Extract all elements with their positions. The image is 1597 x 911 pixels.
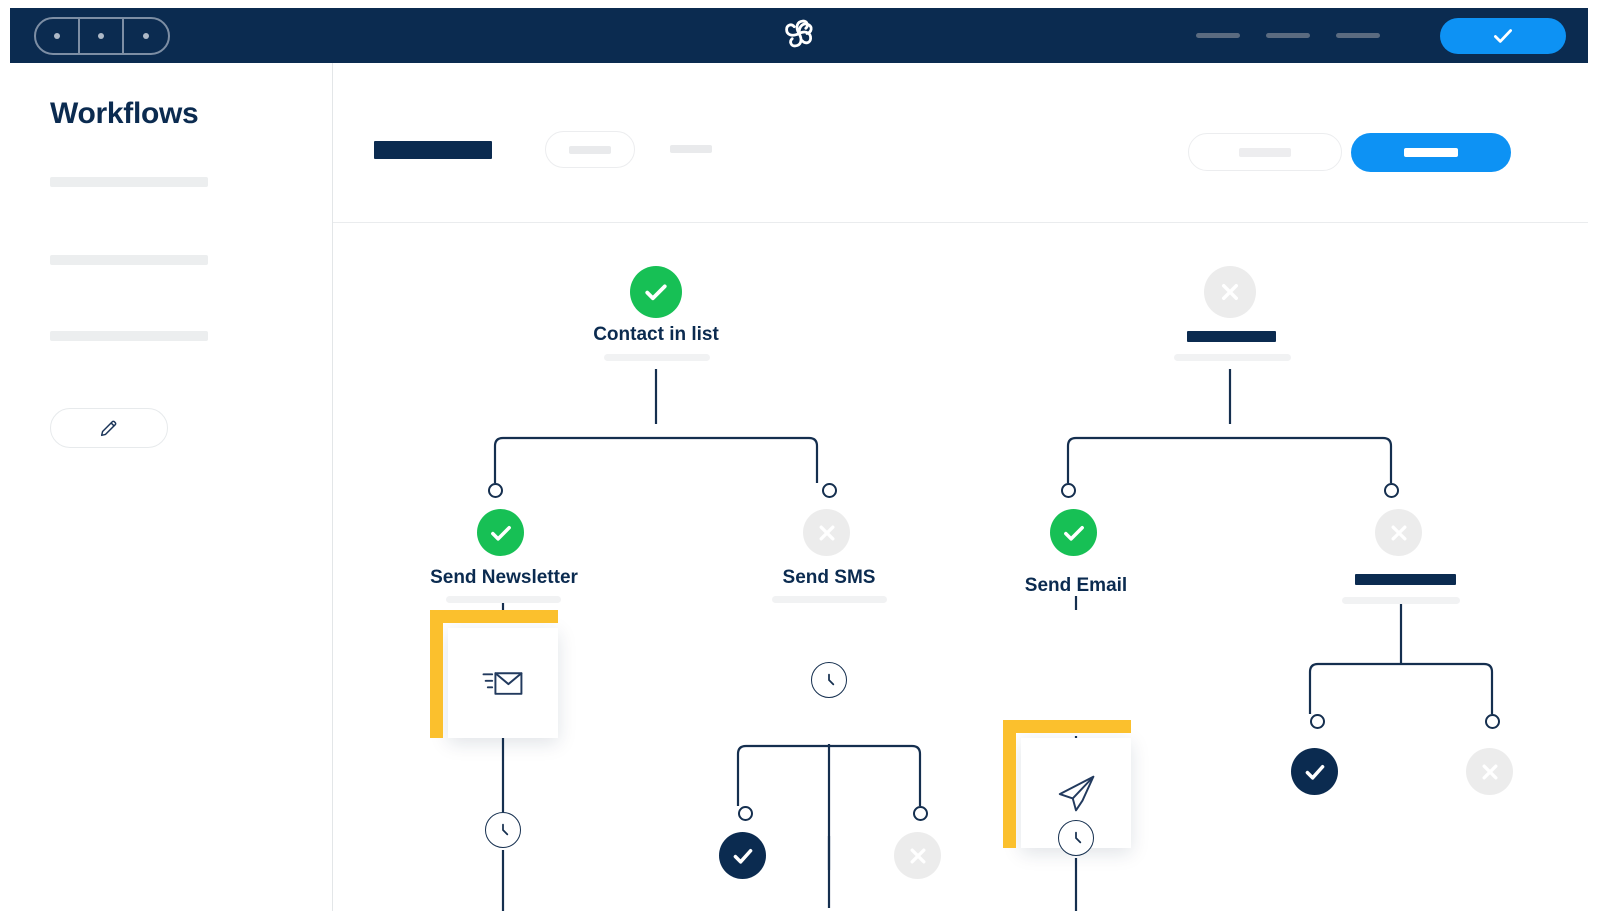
node-rule-contact-in-list <box>604 354 710 361</box>
x-circle-icon <box>910 848 925 863</box>
card-accent-top <box>430 610 558 623</box>
node-rule-send-sms <box>772 596 887 603</box>
status-badge-inactive <box>803 509 850 556</box>
status-badge-inactive <box>894 832 941 879</box>
nav-segmented-control[interactable] <box>34 16 170 55</box>
x-circle-icon <box>819 525 834 540</box>
node-label-send-newsletter: Send Newsletter <box>430 567 578 588</box>
node-sms-leaf-no[interactable] <box>894 832 941 879</box>
port-send-email[interactable] <box>1061 483 1076 498</box>
status-badge-inactive <box>1204 266 1256 318</box>
port-masked-action[interactable] <box>1384 483 1399 498</box>
toolbar-primary-label <box>1404 148 1458 157</box>
top-navigation-bar <box>10 8 1588 63</box>
node-send-newsletter[interactable] <box>477 509 524 556</box>
dot-icon <box>143 32 149 39</box>
delay-send-sms[interactable] <box>811 662 847 698</box>
toolbar-pill-label <box>569 145 611 154</box>
clock-icon <box>1075 831 1082 844</box>
sidebar-item-2[interactable] <box>50 255 208 265</box>
node-rule-masked-action <box>1342 597 1460 604</box>
port-masked-leaf-no[interactable] <box>1485 714 1500 729</box>
delay-send-email[interactable] <box>1058 820 1094 856</box>
status-badge-inactive <box>1466 748 1513 795</box>
port-masked-leaf-yes[interactable] <box>1310 714 1325 729</box>
nav-menu-item-2[interactable] <box>1266 33 1310 38</box>
dot-icon <box>98 32 104 39</box>
sidebar-item-1[interactable] <box>50 177 208 187</box>
check-circle-icon <box>490 525 511 541</box>
x-circle-icon <box>1222 284 1238 300</box>
toolbar-tab[interactable] <box>670 145 712 153</box>
nav-menu-item-1[interactable] <box>1196 33 1240 38</box>
card-accent-left <box>1003 720 1016 848</box>
toolbar-secondary-button[interactable] <box>1188 133 1342 171</box>
check-circle-icon <box>733 848 752 864</box>
node-masked-action[interactable] <box>1375 509 1422 556</box>
node-send-email[interactable] <box>1050 509 1097 556</box>
node-label-send-sms: Send SMS <box>782 567 876 588</box>
card-accent-top <box>1003 720 1131 733</box>
status-badge-success <box>477 509 524 556</box>
status-badge-selected <box>1291 748 1338 795</box>
delay-send-newsletter[interactable] <box>485 812 521 848</box>
node-rule-masked-trigger <box>1174 354 1291 361</box>
pencil-icon <box>100 420 117 437</box>
node-placeholder-masked-action <box>1355 574 1456 585</box>
status-badge-success <box>630 266 682 318</box>
nav-confirm-button[interactable] <box>1440 17 1566 54</box>
check-circle-icon <box>1063 525 1084 541</box>
dot-icon <box>54 32 60 39</box>
segment-2[interactable] <box>80 18 124 53</box>
port-sms-leaf-yes[interactable] <box>738 806 753 821</box>
check-icon <box>1494 28 1512 43</box>
x-circle-icon <box>1391 525 1406 540</box>
node-masked-trigger[interactable] <box>1204 266 1256 318</box>
workflow-builder-app: Workflows Contact in list Send Newslette… <box>0 0 1597 911</box>
node-send-sms[interactable] <box>803 509 850 556</box>
workflow-name-placeholder <box>374 141 492 159</box>
nav-menu-item-3[interactable] <box>1336 33 1380 38</box>
status-badge-selected <box>719 832 766 879</box>
status-badge-inactive <box>1375 509 1422 556</box>
clock-icon <box>828 673 835 686</box>
brevo-pinwheel-logo[interactable] <box>779 13 819 58</box>
card-send-newsletter[interactable] <box>430 610 558 738</box>
port-send-newsletter[interactable] <box>488 483 503 498</box>
card-accent-left <box>430 610 443 738</box>
node-masked-leaf-yes[interactable] <box>1291 748 1338 795</box>
sidebar-edit-button[interactable] <box>50 408 168 448</box>
segment-3[interactable] <box>124 19 168 53</box>
sidebar-item-3[interactable] <box>50 331 208 341</box>
toolbar-secondary-label <box>1239 147 1291 157</box>
node-masked-leaf-no[interactable] <box>1466 748 1513 795</box>
node-sms-leaf-yes[interactable] <box>719 832 766 879</box>
email-send-icon <box>482 672 523 695</box>
page-title: Workflows <box>50 97 199 130</box>
node-placeholder-masked-trigger <box>1187 331 1276 342</box>
paper-plane-icon <box>1058 775 1095 812</box>
workflow-canvas[interactable]: Contact in list Send Newsletter Send SMS… <box>334 224 1588 911</box>
toolbar-pill-button[interactable] <box>545 131 635 168</box>
check-circle-icon <box>1305 764 1324 780</box>
status-badge-success <box>1050 509 1097 556</box>
clock-icon <box>502 823 509 836</box>
segment-1[interactable] <box>36 18 80 53</box>
sidebar: Workflows <box>10 63 333 911</box>
check-circle-icon <box>645 284 667 301</box>
toolbar-primary-button[interactable] <box>1351 133 1511 172</box>
node-contact-in-list[interactable] <box>630 266 682 318</box>
node-label-contact-in-list: Contact in list <box>593 324 719 345</box>
node-rule-send-newsletter <box>446 596 561 603</box>
port-sms-leaf-no[interactable] <box>913 806 928 821</box>
x-circle-icon <box>1482 764 1497 779</box>
node-label-send-email: Send Email <box>1024 575 1128 596</box>
nav-menu-group <box>1196 17 1566 54</box>
port-send-sms[interactable] <box>822 483 837 498</box>
workflow-toolbar <box>333 63 1588 223</box>
